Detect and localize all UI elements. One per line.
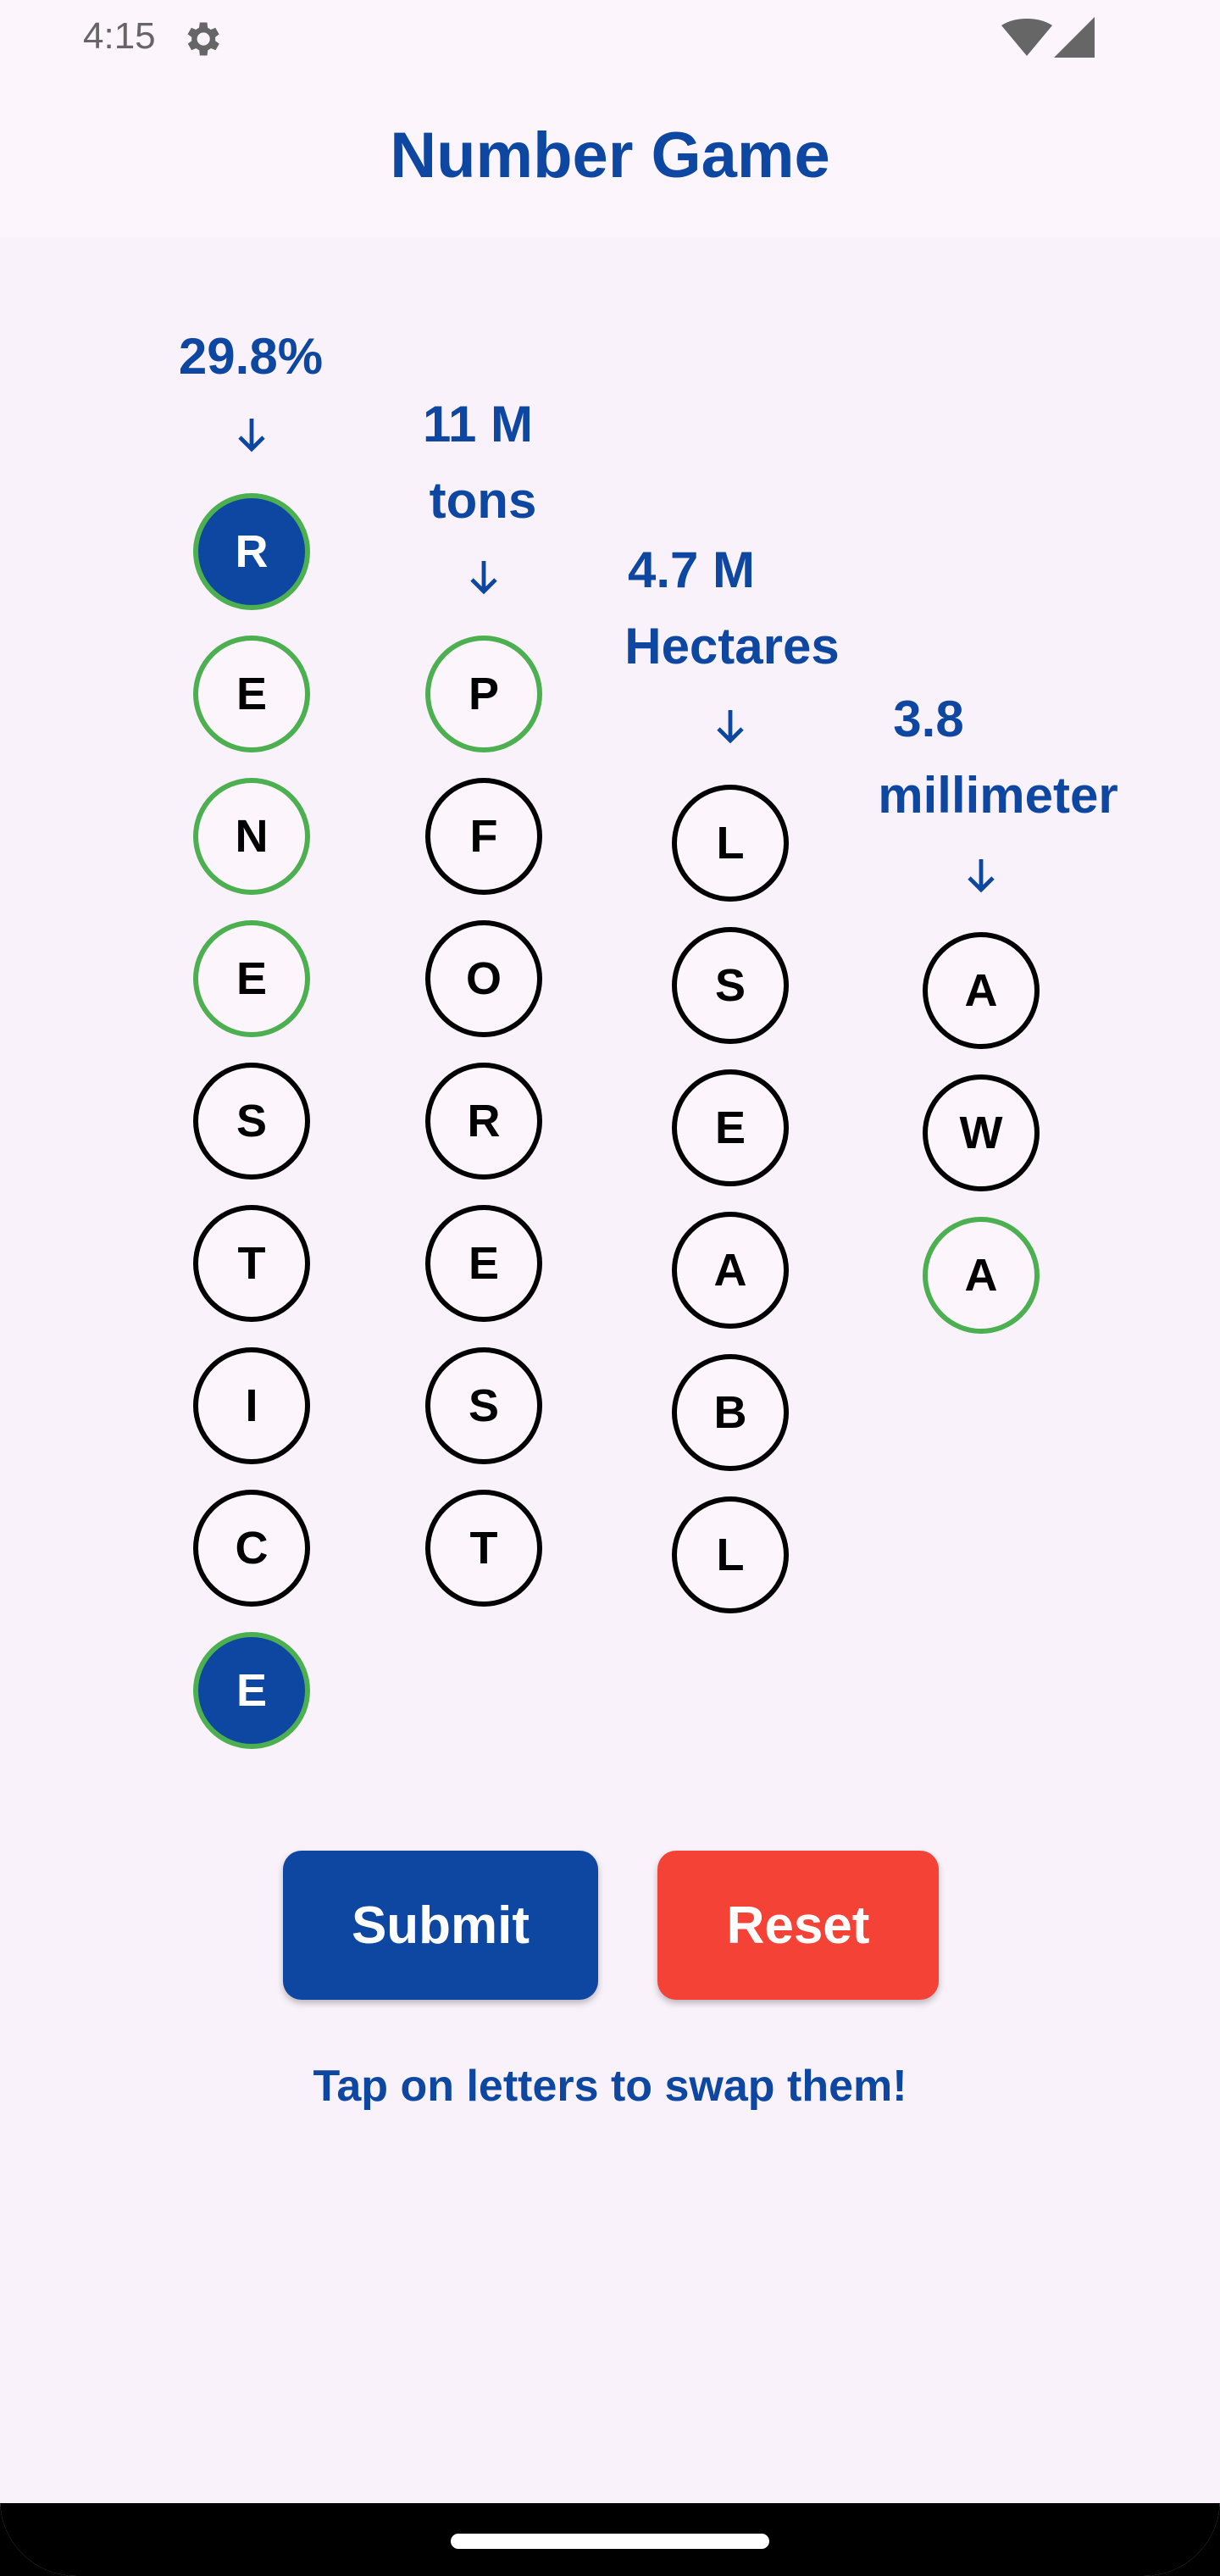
column-2-label-line2: tons [429,472,537,529]
phone-screen: 4:15 Number Game 29.8% 11 M tons 4.7 M H… [0,0,1220,2576]
letter-tile[interactable]: E [193,1632,310,1749]
arrow-down-icon [238,419,265,452]
reset-button[interactable]: Reset [657,1851,939,2000]
letter-tile[interactable]: L [672,1496,789,1613]
column-2-label-line1: 11 M [422,396,534,452]
column-1-label: 29.8% [178,328,324,385]
letter-tile[interactable]: S [193,1063,310,1180]
letter-tile[interactable]: S [672,927,789,1044]
arrow-down-icon [968,859,995,893]
letter-tile[interactable]: A [923,1217,1040,1334]
letter-tile[interactable]: O [425,920,542,1037]
arrow-down-icon [717,710,744,744]
letter-tile[interactable]: A [923,932,1040,1049]
column-3-label-line2: Hectares [624,618,840,675]
letter-tile[interactable]: R [193,493,310,610]
letter-tile[interactable]: S [425,1347,542,1464]
letter-tile[interactable]: A [672,1212,789,1329]
letter-tile[interactable]: W [923,1074,1040,1191]
wifi-icon [1001,19,1052,56]
column-4-label-line2: millimeter [878,767,1118,824]
column-4-label-line1: 3.8 [893,691,964,747]
letter-tile[interactable]: T [193,1205,310,1322]
submit-button[interactable]: Submit [283,1851,598,2000]
letter-tile[interactable]: L [672,785,789,902]
letter-tile[interactable]: N [193,778,310,895]
letter-tile[interactable]: E [425,1205,542,1322]
letter-tile[interactable]: I [193,1347,310,1464]
letter-tile[interactable]: E [672,1069,789,1186]
status-time: 4:15 [83,15,156,57]
letter-tile[interactable]: R [425,1063,542,1180]
hint-text: Tap on letters to swap them! [313,2062,907,2111]
column-3-label-line1: 4.7 M [627,541,756,598]
status-bar: 4:15 [0,0,1220,76]
gear-icon [187,22,219,56]
letter-tile[interactable]: T [425,1490,542,1607]
letter-tile[interactable]: P [425,636,542,752]
letter-tile[interactable]: E [193,920,310,1037]
app-bar: Number Game [0,76,1220,237]
signal-icon [1054,17,1095,58]
arrow-down-icon [470,561,497,595]
page-title: Number Game [390,119,830,192]
letter-tile[interactable]: C [193,1490,310,1607]
letter-tile[interactable]: E [193,636,310,752]
home-indicator[interactable] [451,2534,769,2549]
letter-tile[interactable]: F [425,778,542,895]
letter-tile[interactable]: B [672,1354,789,1471]
